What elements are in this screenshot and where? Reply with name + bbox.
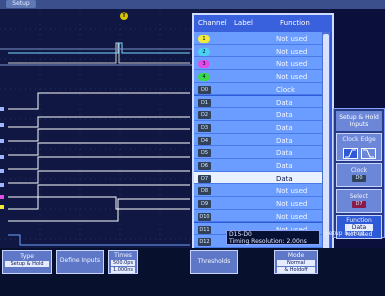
table-row[interactable]: D4 Data <box>194 133 322 147</box>
type-value: Setup & Hold <box>5 261 49 267</box>
channel-chip: D6 <box>198 162 211 170</box>
channel-function: Not used <box>276 60 308 69</box>
channel-chip: D12 <box>198 238 211 247</box>
define-inputs-label: Define Inputs <box>59 257 101 264</box>
table-row[interactable]: 4 Not used <box>194 70 322 83</box>
thresholds-button[interactable]: Thresholds <box>190 250 238 274</box>
table-row[interactable]: 1 Not used <box>194 32 322 45</box>
bus-label: D15-D0 <box>229 231 252 238</box>
channel-chip: D11 <box>198 225 211 234</box>
table-row[interactable]: D3 Data <box>194 120 322 134</box>
header-function: Function <box>280 19 310 27</box>
table-row[interactable]: D0 Clock <box>194 82 322 96</box>
channel-chip: D2 <box>198 111 211 120</box>
channel-function: Data <box>276 123 293 132</box>
clock-edge-label: Clock Edge <box>342 136 376 143</box>
channel-function: Data <box>276 162 293 170</box>
mode-button[interactable]: Mode Normal & Holdoff <box>274 250 318 274</box>
mode-label: Mode <box>287 252 305 259</box>
mode-value-normal: Normal <box>277 260 315 266</box>
table-row[interactable]: D9 Not used <box>194 197 322 210</box>
channel-function: Not used <box>276 212 308 221</box>
timing-resolution: Timing Resolution: 2.00ns <box>229 238 307 245</box>
select-value: D7 <box>352 201 366 208</box>
clock-button[interactable]: Clock D0 <box>336 163 382 187</box>
rising-edge-icon[interactable] <box>343 148 358 159</box>
channel-chip: D10 <box>198 212 211 221</box>
bottom-menu: Type Setup & Hold Define Inputs Times 50… <box>0 248 385 296</box>
status-box: D15-D0 Timing Resolution: 2.00ns <box>226 230 320 245</box>
channel-function: Not used <box>276 47 308 56</box>
channel-chip: D9 <box>198 200 211 209</box>
setup-hold-label: Setup & Hold <box>325 230 365 237</box>
define-inputs-button[interactable]: Define Inputs <box>56 250 104 274</box>
channel-chip: 4 <box>198 73 210 82</box>
times-button[interactable]: Times 500.0ps 1.000ns <box>108 250 138 274</box>
channel-chip: D1 <box>198 98 211 107</box>
table-row[interactable]: D2 Data <box>194 108 322 121</box>
table-row[interactable]: D6 Data <box>194 159 322 172</box>
select-button[interactable]: Select D7 <box>336 189 382 213</box>
channel-function: Clock <box>276 85 296 94</box>
channel-chip: D0 <box>198 85 211 94</box>
table-row[interactable]: 3 Not used <box>194 57 322 71</box>
type-label: Type <box>20 253 34 260</box>
times-value-hold: 1.000ns <box>111 267 135 273</box>
channel-function: Not used <box>276 187 308 196</box>
channel-chip: D3 <box>198 123 211 132</box>
clock-edge-button[interactable]: Clock Edge <box>336 133 382 161</box>
channel-chip: D4 <box>198 136 211 145</box>
menu-title: Setup & Hold Inputs <box>336 111 382 131</box>
channel-function-table: Channel Label Function 1 Not used 2 Not use… <box>192 13 334 263</box>
mode-value-holdoff: & Holdoff <box>277 267 315 273</box>
table-row[interactable]: D10 Not used <box>194 209 322 223</box>
clock-value: D0 <box>352 175 366 182</box>
channel-function: Data <box>276 149 293 158</box>
table-header: Channel Label Function <box>194 15 332 32</box>
table-scrollbar[interactable] <box>322 32 330 261</box>
falling-edge-icon[interactable] <box>361 148 376 159</box>
top-bar: Setup <box>0 0 385 9</box>
channel-function: Data <box>276 111 293 120</box>
table-row[interactable]: D5 Data <box>194 146 322 159</box>
channel-chip: D8 <box>198 187 211 196</box>
channel-function: Not used <box>276 73 308 82</box>
select-label: Select <box>349 193 369 200</box>
channel-chip: 3 <box>198 60 210 69</box>
setup-tab[interactable]: Setup <box>6 0 36 8</box>
header-label: Label <box>234 19 253 27</box>
times-value-setup: 500.0ps <box>111 260 135 266</box>
times-label: Times <box>114 252 132 259</box>
table-row[interactable]: D1 Data <box>194 95 322 109</box>
channel-function: Data <box>276 174 293 183</box>
channel-function: Data <box>276 98 293 107</box>
channel-chip: D7 <box>198 174 211 183</box>
setup-hold-inputs-menu: Setup & Hold Inputs Clock Edge Clock D0 … <box>333 108 385 239</box>
scrollbar-thumb[interactable] <box>323 34 329 254</box>
scope-screen: Setup T Channel Label Function 1 Not use… <box>0 0 385 296</box>
function-label: Function <box>346 217 372 224</box>
edge-icons <box>343 148 377 160</box>
channel-function: Not used <box>276 200 308 209</box>
type-button[interactable]: Type Setup & Hold <box>2 250 52 274</box>
channel-chip: 2 <box>198 47 210 56</box>
channel-chip: D5 <box>198 149 211 158</box>
channel-chip: 1 <box>198 35 210 43</box>
header-channel: Channel <box>198 19 227 27</box>
table-row[interactable]: 2 Not used <box>194 44 322 58</box>
channel-function: Data <box>276 136 293 145</box>
table-row[interactable]: D8 Not used <box>194 184 322 198</box>
channel-function: Not used <box>276 35 308 43</box>
table-row[interactable]: D7 Data <box>194 171 322 185</box>
clock-label: Clock <box>350 167 368 174</box>
